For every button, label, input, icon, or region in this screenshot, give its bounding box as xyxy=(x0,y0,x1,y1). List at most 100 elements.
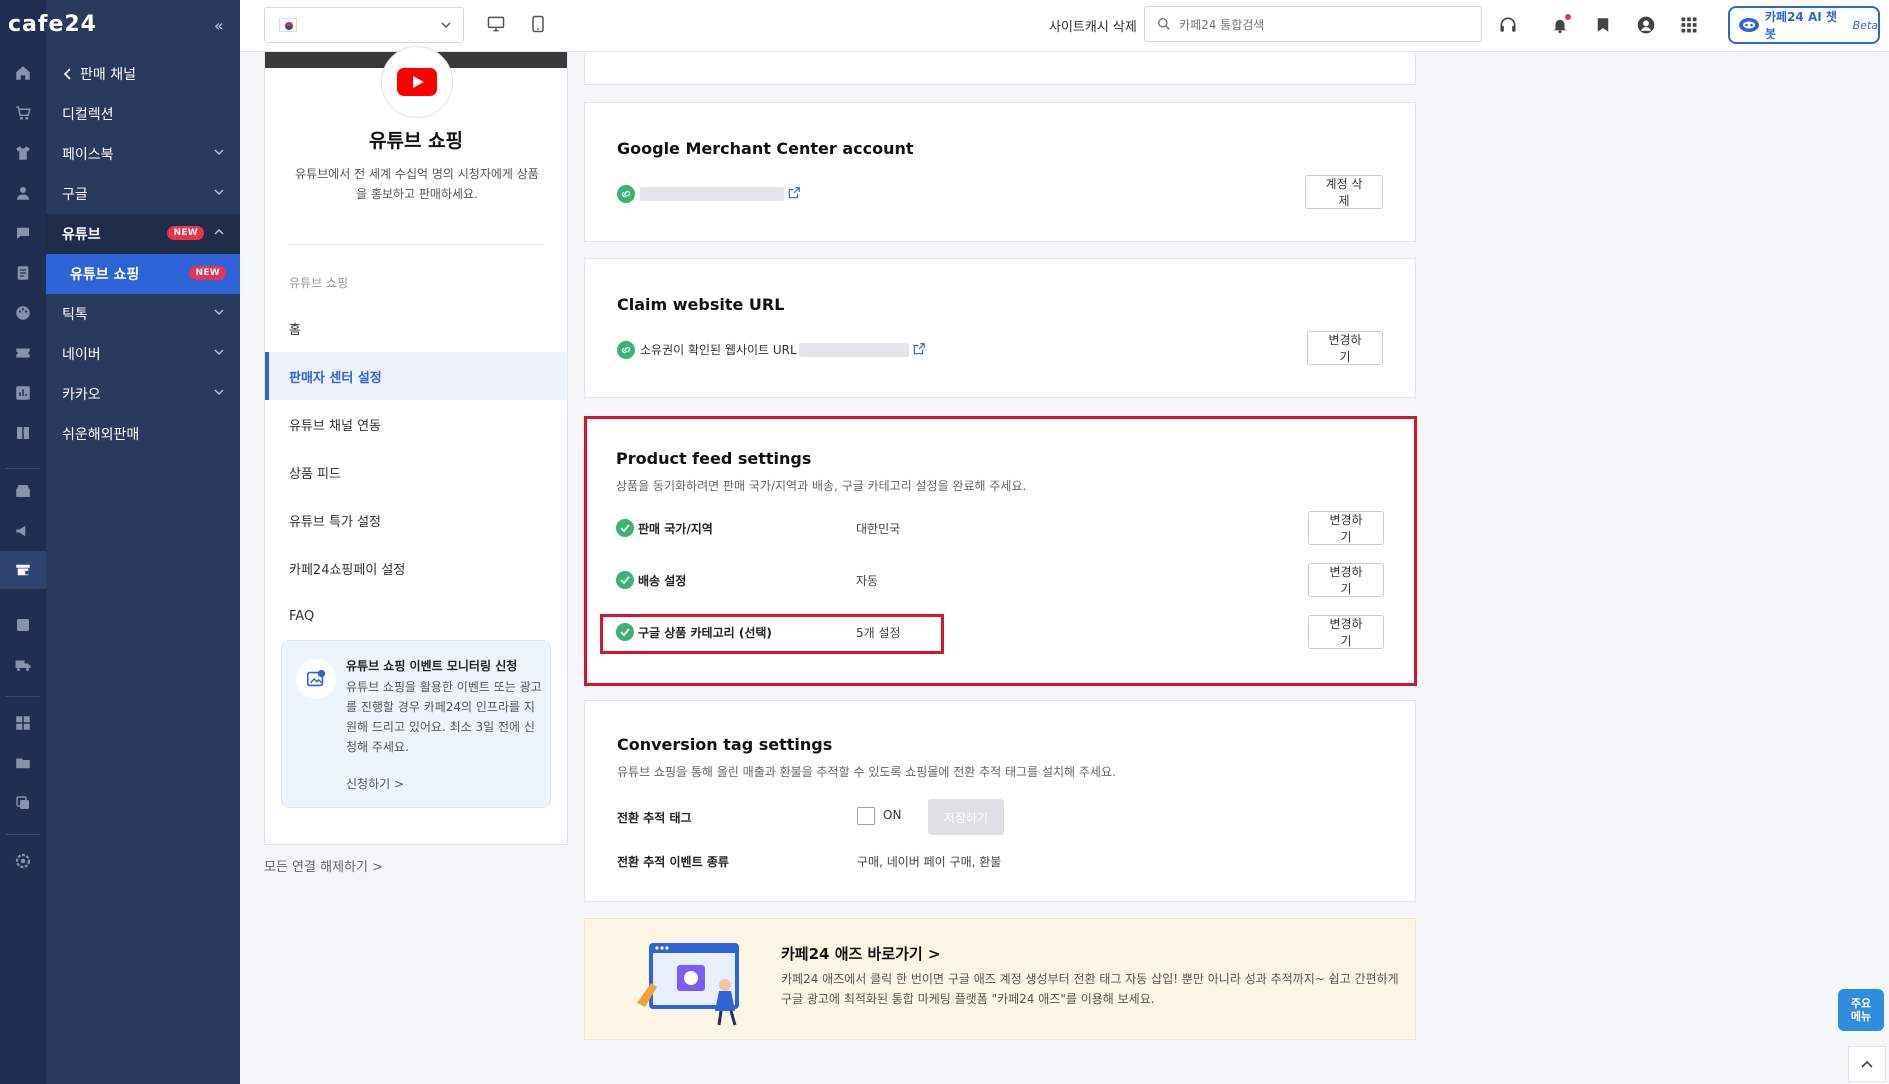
menu-item-global-selling[interactable]: 쉬운해외판매 xyxy=(46,414,240,454)
menu-item-youtube-shopping[interactable]: 유튜브 쇼핑 NEW xyxy=(46,254,240,294)
nav-merchant-center-settings[interactable]: 판매자 센터 설정 xyxy=(265,352,567,400)
nav-group-label: 유튜브 쇼핑 xyxy=(289,276,349,290)
site-cache-delete-link[interactable]: 사이트캐시 삭제 xyxy=(1049,16,1137,35)
search-input[interactable] xyxy=(1179,14,1469,36)
promo-apply-link[interactable]: 신청하기 > xyxy=(346,775,404,792)
ads-title[interactable]: 카페24 애즈 바로가기 > xyxy=(781,943,941,964)
card-subtitle: 유튜브 쇼핑을 통해 올린 매출과 환불을 추적할 수 있도록 쇼핑몰에 전환 … xyxy=(617,765,1116,779)
copy-icon[interactable] xyxy=(12,792,34,814)
event-type-label: 전환 추적 이벤트 종류 xyxy=(617,855,729,869)
menu-item-label: 페이스북 xyxy=(62,147,114,163)
icon-rail xyxy=(0,0,46,1084)
scroll-to-top-button[interactable] xyxy=(1848,1046,1886,1082)
chat-icon[interactable] xyxy=(12,222,34,244)
ai-chatbot-label: 카페24 AI 챗봇 xyxy=(1765,10,1837,41)
menu-back-link[interactable]: 판매 채널 xyxy=(64,64,136,84)
event-monitoring-promo: 유튜브 쇼핑 이벤트 모니터링 신청 유튜브 쇼핑을 활용한 이벤트 또는 광고… xyxy=(281,640,551,808)
grid-menu-icon[interactable] xyxy=(1678,14,1700,36)
panel-description: 유튜브에서 전 세계 수십억 명의 시청자에게 상품을 홍보하고 판매하세요. xyxy=(295,167,539,201)
youtube-shopping-panel: 유튜브 쇼핑 유튜브에서 전 세계 수십억 명의 시청자에게 상품을 홍보하고 … xyxy=(264,46,568,845)
top-bar: 사이트캐시 삭제 카페24 AI 챗봇 Beta xyxy=(240,0,1889,52)
channel-icon[interactable] xyxy=(12,559,34,581)
apps-icon[interactable] xyxy=(12,712,34,734)
desktop-icon[interactable] xyxy=(486,14,506,34)
chevron-down-icon xyxy=(214,148,224,156)
nav-product-feed[interactable]: 상품 피드 xyxy=(265,448,567,496)
truck-icon[interactable] xyxy=(12,654,34,676)
settings-icon[interactable] xyxy=(12,850,34,872)
tag-label: 전환 추적 태그 xyxy=(617,811,692,825)
nav-shopping-pay[interactable]: 카페24쇼핑페이 설정 xyxy=(265,544,567,592)
youtube-logo xyxy=(381,46,453,118)
previous-card xyxy=(584,52,1416,85)
menu-item-label: 네이버 xyxy=(62,347,101,363)
rail-divider xyxy=(6,834,40,835)
card-title: Claim website URL xyxy=(617,295,785,314)
image-chart-icon xyxy=(296,659,336,699)
chart-icon[interactable] xyxy=(12,382,34,404)
megaphone-icon[interactable] xyxy=(12,520,34,542)
highlight-frame-category xyxy=(600,614,944,654)
merchant-account-card: Google Merchant Center account 계정 삭제 xyxy=(584,102,1416,242)
profile-icon[interactable] xyxy=(1635,14,1657,36)
nav-channel-link[interactable]: 유튜브 채널 연동 xyxy=(265,400,567,448)
channel-menu: 판매 채널 디컬렉션 페이스북 구글 유튜브 NEW 유튜브 쇼핑 NEW 틱톡 네… xyxy=(46,0,240,1084)
rail-divider xyxy=(6,696,40,697)
book-icon[interactable] xyxy=(12,422,34,444)
search-icon xyxy=(1157,17,1171,31)
headset-icon[interactable] xyxy=(1497,14,1519,36)
chevron-down-icon xyxy=(214,308,224,316)
mobile-icon[interactable] xyxy=(528,14,548,34)
menu-item-label: 틱톡 xyxy=(62,307,88,323)
coupon-icon[interactable] xyxy=(12,342,34,364)
conversion-on-checkbox[interactable] xyxy=(857,807,875,825)
global-search[interactable] xyxy=(1144,6,1482,42)
link-check-icon xyxy=(617,185,635,203)
cafe24-ads-banner[interactable]: 카페24 애즈 바로가기 > 카페24 애즈에서 클릭 한 번이면 구글 애즈 … xyxy=(584,918,1416,1040)
double-chevron-left-icon[interactable]: « xyxy=(214,16,224,35)
beta-label: Beta xyxy=(1852,18,1878,32)
delete-account-button[interactable]: 계정 삭제 xyxy=(1305,175,1383,209)
shirt-icon[interactable] xyxy=(12,142,34,164)
external-link-icon[interactable] xyxy=(912,342,926,356)
nav-special-deal[interactable]: 유튜브 특가 설정 xyxy=(265,496,567,544)
menu-item-tiktok[interactable]: 틱톡 xyxy=(46,294,240,334)
menu-item-label: 쉬운해외판매 xyxy=(62,427,140,443)
menu-item-youtube[interactable]: 유튜브 NEW xyxy=(46,214,240,254)
user-icon[interactable] xyxy=(12,182,34,204)
menu-item-label: 카카오 xyxy=(62,387,101,403)
bookmark-icon[interactable] xyxy=(1592,14,1614,36)
quick-menu-button[interactable]: 주요 메뉴 xyxy=(1838,989,1884,1031)
ads-illustration xyxy=(629,941,755,1027)
bell-icon[interactable] xyxy=(1549,14,1571,36)
cart-icon[interactable] xyxy=(12,102,34,124)
card-title: Conversion tag settings xyxy=(617,735,833,754)
folder-icon[interactable] xyxy=(12,752,34,774)
korea-flag-icon xyxy=(279,18,297,32)
menu-item-naver[interactable]: 네이버 xyxy=(46,334,240,374)
card-title: Google Merchant Center account xyxy=(617,139,914,158)
external-link-icon[interactable] xyxy=(787,186,801,200)
store-icon[interactable] xyxy=(12,480,34,502)
disconnect-all-link[interactable]: 모든 연결 해제하기 > xyxy=(264,856,383,875)
menu-item-dcollection[interactable]: 디컬렉션 xyxy=(46,94,240,134)
chevron-up-icon xyxy=(1861,1060,1873,1068)
menu-item-kakao[interactable]: 카카오 xyxy=(46,374,240,414)
menu-item-facebook[interactable]: 페이스북 xyxy=(46,134,240,174)
document-icon[interactable] xyxy=(12,262,34,284)
link-check-icon xyxy=(617,341,635,359)
ads-description: 카페24 애즈에서 클릭 한 번이면 구글 애즈 계정 생성부터 전환 태그 자… xyxy=(781,972,1399,1006)
cafe24-logo[interactable]: cafe24 xyxy=(8,12,208,38)
youtube-icon xyxy=(397,68,437,96)
palette-icon[interactable] xyxy=(12,302,34,324)
home-icon[interactable] xyxy=(12,62,34,84)
masked-account-id xyxy=(640,187,784,201)
language-select[interactable] xyxy=(264,7,464,43)
nav-faq[interactable]: FAQ xyxy=(265,592,567,640)
ai-chatbot-button[interactable]: 카페24 AI 챗봇 Beta xyxy=(1728,6,1880,44)
menu-item-google[interactable]: 구글 xyxy=(46,174,240,214)
change-url-button[interactable]: 변경하기 xyxy=(1307,331,1383,365)
nav-home[interactable]: 홈 xyxy=(265,304,567,352)
save-button[interactable]: 저장하기 xyxy=(928,799,1004,835)
inventory-icon[interactable] xyxy=(12,614,34,636)
